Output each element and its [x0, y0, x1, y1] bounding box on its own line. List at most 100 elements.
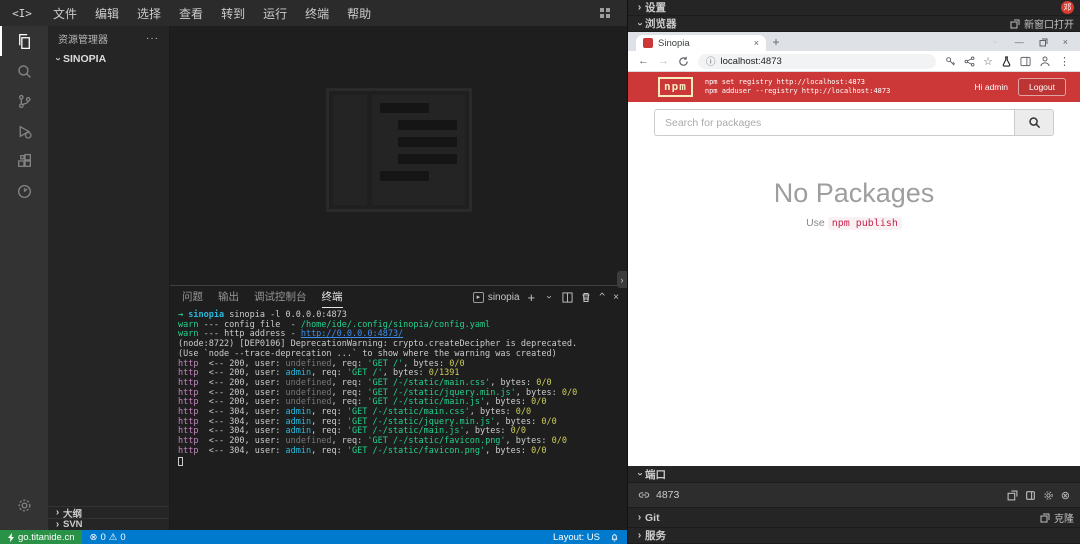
logout-button[interactable]: Logout	[1018, 78, 1066, 96]
services-section-header[interactable]: › 服务	[628, 528, 1080, 544]
more-actions-icon[interactable]: ···	[146, 33, 159, 44]
close-window-icon[interactable]: ×	[1063, 37, 1068, 47]
minimize-icon[interactable]: —	[1015, 37, 1024, 47]
clone-button[interactable]: 克隆	[1040, 510, 1074, 525]
publish-hint: Use npm publish	[628, 217, 1080, 229]
terminal-instance[interactable]: ▸ sinopia	[473, 292, 520, 303]
tab-problems[interactable]: 问题	[182, 286, 203, 308]
search-input[interactable]	[654, 109, 1014, 136]
run-debug-icon[interactable]	[0, 116, 48, 146]
menu-terminal[interactable]: 终端	[296, 5, 338, 22]
split-terminal-icon[interactable]	[562, 292, 573, 303]
ports-section-header[interactable]: › 端口	[628, 466, 1080, 483]
external-window-icon	[1010, 19, 1020, 29]
npm-header-banner: npm npm set registry http://localhost:48…	[628, 72, 1080, 102]
editor-column: 问题 输出 调试控制台 终端 ▸ sinopia + ›	[170, 26, 627, 530]
tab-search-icon[interactable]: ›	[989, 37, 999, 48]
forward-icon[interactable]: →	[658, 55, 669, 67]
embedded-browser: Sinopia × + › — × ← → ⓘ localhost:4873	[628, 32, 1080, 466]
warnings-icon: ⚠	[109, 532, 118, 543]
chevron-down-icon: ›	[53, 54, 63, 65]
ports-label: 端口	[645, 467, 666, 482]
reload-icon[interactable]	[678, 56, 689, 67]
explorer-empty-space	[48, 68, 169, 506]
menu-edit[interactable]: 编辑	[86, 5, 128, 22]
search-icon[interactable]	[0, 56, 48, 86]
menu-run[interactable]: 运行	[254, 5, 296, 22]
clock-icon[interactable]	[0, 176, 48, 206]
terminal-dropdown-icon[interactable]: ›	[544, 292, 554, 303]
chevron-right-icon: ›	[52, 520, 63, 530]
stop-port-icon[interactable]: ⊗	[1061, 489, 1070, 502]
gear-icon[interactable]	[0, 490, 48, 520]
port-settings-gear-icon[interactable]	[1043, 490, 1054, 501]
git-section-header[interactable]: › Git 克隆	[628, 508, 1080, 528]
notifications-bell-icon[interactable]	[610, 532, 619, 542]
port-row-4873[interactable]: 4873 ⊗	[628, 483, 1080, 508]
folder-sinopia[interactable]: › SINOPIA	[48, 50, 169, 68]
hint-code: npm publish	[828, 217, 902, 230]
empty-state: No Packages Use npm publish	[628, 178, 1080, 229]
address-bar[interactable]: ⓘ localhost:4873	[698, 54, 936, 69]
terminal-output[interactable]: → sinopia sinopia -l 0.0.0.0:4873warn --…	[170, 308, 627, 530]
menu-help[interactable]: 帮助	[338, 5, 380, 22]
password-key-icon[interactable]	[945, 56, 956, 67]
terminal-line	[178, 457, 627, 469]
menu-view[interactable]: 查看	[170, 5, 212, 22]
open-new-window-label: 新窗口打开	[1024, 16, 1074, 31]
share-icon[interactable]	[964, 56, 975, 67]
extension-flask-icon[interactable]	[1001, 56, 1012, 67]
browser-menu-icon[interactable]: ⋮	[1059, 55, 1070, 68]
editor-area	[170, 26, 627, 285]
back-icon[interactable]: ←	[638, 55, 649, 67]
open-new-window-button[interactable]: 新窗口打开	[1010, 16, 1074, 31]
svn-section[interactable]: › SVN	[48, 518, 169, 530]
banner-account-area: Hi admin Logout	[974, 78, 1066, 96]
svn-label: SVN	[63, 519, 83, 530]
browser-section-header[interactable]: › 浏览器 新窗口打开	[628, 16, 1080, 32]
outline-section[interactable]: › 大纲	[48, 506, 169, 518]
tab-close-icon[interactable]: ×	[754, 38, 759, 48]
maximize-panel-icon[interactable]: ^	[599, 292, 605, 303]
workbench: 资源管理器 ··· › SINOPIA › 大纲 › SVN	[0, 26, 627, 530]
browser-tab-sinopia[interactable]: Sinopia ×	[636, 35, 766, 51]
browser-toolbar: ← → ⓘ localhost:4873 ☆ ⋮	[628, 51, 1080, 72]
new-tab-button[interactable]: +	[766, 35, 786, 49]
tab-output[interactable]: 输出	[218, 286, 239, 308]
ide-left-region: <I> 文件 编辑 选择 查看 转到 运行 终端 帮助	[0, 0, 627, 544]
remote-indicator[interactable]: go.titanide.cn	[0, 530, 82, 544]
panel-collapse-handle[interactable]: ›	[617, 271, 627, 288]
menu-go[interactable]: 转到	[212, 5, 254, 22]
site-info-icon[interactable]: ⓘ	[706, 54, 716, 68]
restore-icon[interactable]	[1039, 38, 1048, 47]
user-avatar[interactable]: 邓	[1061, 1, 1074, 14]
tab-title: Sinopia	[658, 38, 690, 49]
kill-terminal-icon[interactable]	[581, 292, 591, 303]
bookmark-star-icon[interactable]: ☆	[983, 55, 993, 68]
extensions-icon[interactable]	[0, 146, 48, 176]
side-panel-icon[interactable]	[1020, 56, 1031, 67]
restore-layout-icon[interactable]	[599, 7, 611, 19]
git-label: Git	[645, 512, 660, 524]
chevron-right-icon: ›	[634, 513, 645, 523]
open-preview-icon[interactable]	[1025, 490, 1036, 501]
tab-debug-console[interactable]: 调试控制台	[254, 286, 307, 308]
menu-selection[interactable]: 选择	[128, 5, 170, 22]
explorer-icon[interactable]	[0, 26, 48, 56]
keyboard-layout-status[interactable]: Layout: US	[553, 532, 600, 543]
problems-status[interactable]: ⊗ 0 ⚠ 0	[82, 532, 134, 543]
explorer-title: 资源管理器	[58, 31, 108, 46]
new-terminal-icon[interactable]: +	[528, 290, 536, 305]
settings-section-header[interactable]: › 设置 邓	[628, 0, 1080, 16]
open-in-browser-icon[interactable]	[1007, 490, 1018, 501]
services-label: 服务	[645, 528, 666, 543]
port-link-icon	[638, 490, 650, 500]
menu-file[interactable]: 文件	[44, 5, 86, 22]
folder-name: SINOPIA	[63, 53, 106, 65]
profile-icon[interactable]	[1039, 55, 1051, 67]
search-submit-button[interactable]	[1014, 109, 1054, 136]
source-control-icon[interactable]	[0, 86, 48, 116]
tab-terminal[interactable]: 终端	[322, 286, 343, 308]
close-panel-icon[interactable]: ×	[613, 292, 619, 303]
remote-host-label: go.titanide.cn	[18, 532, 75, 543]
